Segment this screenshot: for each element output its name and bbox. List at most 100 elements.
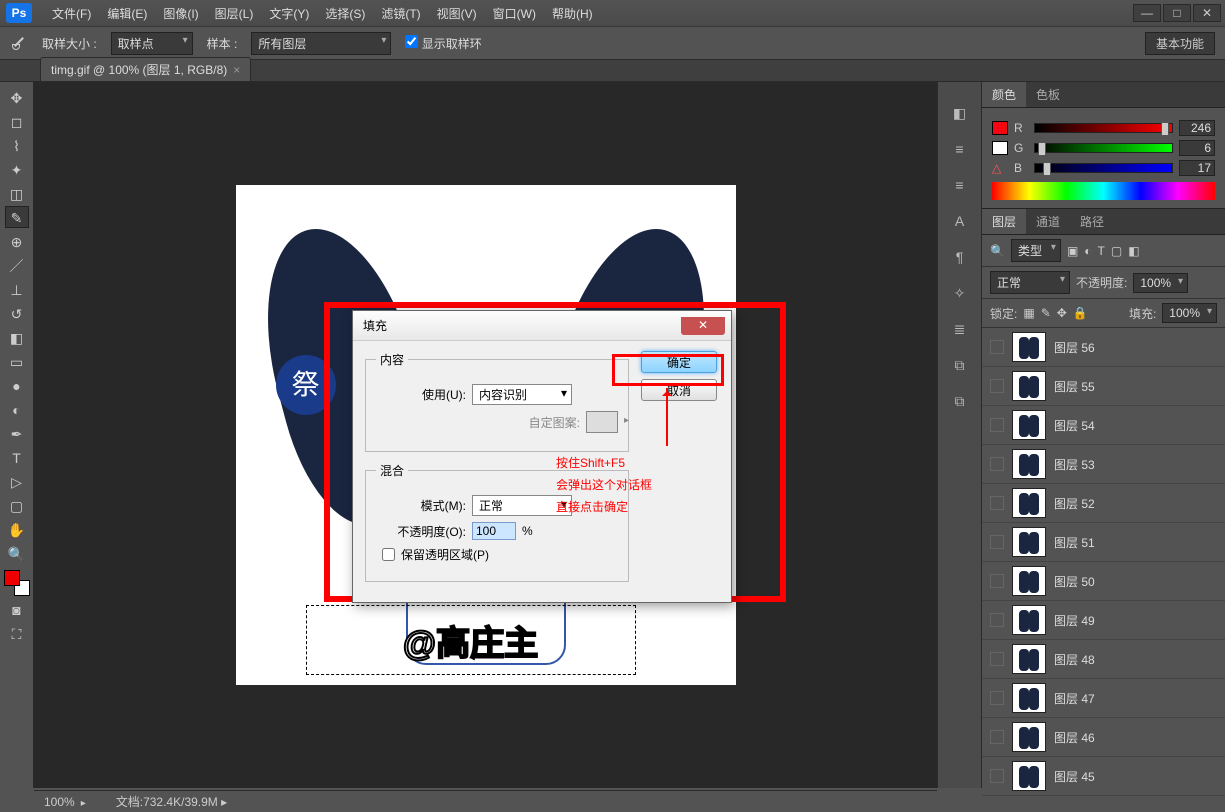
panel-icon[interactable]: ≣ xyxy=(949,318,971,340)
brush-tool[interactable]: ／ xyxy=(5,254,29,276)
visibility-toggle[interactable] xyxy=(990,652,1004,666)
menu-item[interactable]: 视图(V) xyxy=(429,3,485,25)
document-tab[interactable]: timg.gif @ 100% (图层 1, RGB/8)× xyxy=(40,57,251,81)
layer-row[interactable]: 图层 47 xyxy=(982,679,1225,718)
panel-icon[interactable]: ⧉ xyxy=(949,354,971,376)
history-brush-tool[interactable]: ↺ xyxy=(5,302,29,324)
shape-tool[interactable]: ▢ xyxy=(5,494,29,516)
visibility-toggle[interactable] xyxy=(990,418,1004,432)
lock-move-icon[interactable]: ✥ xyxy=(1057,306,1067,320)
hand-tool[interactable]: ✋ xyxy=(5,518,29,540)
pen-tool[interactable]: ✒ xyxy=(5,422,29,444)
layer-row[interactable]: 图层 48 xyxy=(982,640,1225,679)
filter-icon[interactable]: 🔍 xyxy=(990,244,1005,258)
lasso-tool[interactable]: ⌇ xyxy=(5,134,29,156)
pattern-picker[interactable] xyxy=(586,411,618,433)
menu-item[interactable]: 文件(F) xyxy=(44,3,99,25)
layer-row[interactable]: 图层 51 xyxy=(982,523,1225,562)
visibility-toggle[interactable] xyxy=(990,496,1004,510)
healing-tool[interactable]: ⊕ xyxy=(5,230,29,252)
g-slider[interactable] xyxy=(1034,143,1173,153)
close-button[interactable]: ✕ xyxy=(1193,4,1221,22)
panel-icon[interactable]: ≡ xyxy=(949,138,971,160)
tab-close-icon[interactable]: × xyxy=(233,63,240,77)
dodge-tool[interactable]: ◐ xyxy=(5,398,29,420)
panel-icon[interactable]: ¶ xyxy=(949,246,971,268)
layer-row[interactable]: 图层 52 xyxy=(982,484,1225,523)
move-tool[interactable]: ✥ xyxy=(5,86,29,108)
visibility-toggle[interactable] xyxy=(990,691,1004,705)
minimize-button[interactable]: — xyxy=(1133,4,1161,22)
visibility-toggle[interactable] xyxy=(990,379,1004,393)
layer-row[interactable]: 图层 45 xyxy=(982,757,1225,796)
screenmode-tool[interactable]: ⛶ xyxy=(5,622,29,644)
fg-bg-swatches[interactable] xyxy=(4,570,30,596)
g-value[interactable]: 6 xyxy=(1179,140,1215,156)
dialog-titlebar[interactable]: 填充 ✕ xyxy=(353,311,731,341)
layer-row[interactable]: 图层 53 xyxy=(982,445,1225,484)
layer-opacity-select[interactable]: 100% xyxy=(1133,273,1188,293)
tab-color[interactable]: 颜色 xyxy=(982,82,1026,107)
r-value[interactable]: 246 xyxy=(1179,120,1215,136)
filter-select[interactable]: 类型 xyxy=(1011,239,1061,262)
menu-item[interactable]: 帮助(H) xyxy=(544,3,601,25)
lock-brush-icon[interactable]: ✎ xyxy=(1041,306,1051,320)
layer-row[interactable]: 图层 55 xyxy=(982,367,1225,406)
eraser-tool[interactable]: ◧ xyxy=(5,326,29,348)
eyedropper-tool[interactable]: ✎ xyxy=(5,206,29,228)
sample-select[interactable]: 所有图层 xyxy=(251,32,391,55)
visibility-toggle[interactable] xyxy=(990,574,1004,588)
preserve-transparency-checkbox[interactable] xyxy=(382,548,395,561)
visibility-toggle[interactable] xyxy=(990,613,1004,627)
menu-item[interactable]: 滤镜(T) xyxy=(373,3,428,25)
lock-all-icon[interactable]: 🔒 xyxy=(1073,306,1088,320)
visibility-toggle[interactable] xyxy=(990,535,1004,549)
visibility-toggle[interactable] xyxy=(990,340,1004,354)
wand-tool[interactable]: ✦ xyxy=(5,158,29,180)
r-slider[interactable] xyxy=(1034,123,1173,133)
zoom-level[interactable]: 100% xyxy=(44,795,86,809)
menu-item[interactable]: 文字(Y) xyxy=(261,3,317,25)
spectrum-bar[interactable] xyxy=(992,182,1215,200)
filter-smart-icon[interactable]: ◧ xyxy=(1128,244,1139,258)
visibility-toggle[interactable] xyxy=(990,457,1004,471)
layer-row[interactable]: 图层 50 xyxy=(982,562,1225,601)
tab-swatches[interactable]: 色板 xyxy=(1026,82,1070,107)
panel-icon[interactable]: ✧ xyxy=(949,282,971,304)
visibility-toggle[interactable] xyxy=(990,769,1004,783)
tab-channels[interactable]: 通道 xyxy=(1026,209,1070,234)
blend-mode-select[interactable]: 正常 xyxy=(990,271,1070,294)
crop-tool[interactable]: ◫ xyxy=(5,182,29,204)
layer-row[interactable]: 图层 54 xyxy=(982,406,1225,445)
tab-layers[interactable]: 图层 xyxy=(982,209,1026,234)
path-select-tool[interactable]: ▷ xyxy=(5,470,29,492)
lock-pixels-icon[interactable]: ▦ xyxy=(1023,306,1034,320)
tab-paths[interactable]: 路径 xyxy=(1070,209,1114,234)
panel-icon[interactable]: ⧉ xyxy=(949,390,971,412)
panel-icon[interactable]: A xyxy=(949,210,971,232)
bg-swatch[interactable] xyxy=(992,141,1008,155)
layer-row[interactable]: 图层 56 xyxy=(982,328,1225,367)
visibility-toggle[interactable] xyxy=(990,730,1004,744)
panel-icon[interactable]: ≡ xyxy=(949,174,971,196)
gradient-tool[interactable]: ▭ xyxy=(5,350,29,372)
menu-item[interactable]: 选择(S) xyxy=(317,3,373,25)
type-tool[interactable]: T xyxy=(5,446,29,468)
filter-adjust-icon[interactable]: ◐ xyxy=(1084,244,1091,258)
b-value[interactable]: 17 xyxy=(1179,160,1215,176)
fg-swatch[interactable] xyxy=(992,121,1008,135)
b-slider[interactable] xyxy=(1034,163,1173,173)
dialog-close-button[interactable]: ✕ xyxy=(681,317,725,335)
stamp-tool[interactable]: ⊥ xyxy=(5,278,29,300)
maximize-button[interactable]: □ xyxy=(1163,4,1191,22)
menu-item[interactable]: 图层(L) xyxy=(207,3,262,25)
sample-size-select[interactable]: 取样点 xyxy=(111,32,193,55)
layer-row[interactable]: 图层 49 xyxy=(982,601,1225,640)
doc-info[interactable]: 文档:732.4K/39.9M ▸ xyxy=(116,793,227,810)
layer-row[interactable]: 图层 46 xyxy=(982,718,1225,757)
menu-item[interactable]: 图像(I) xyxy=(155,3,206,25)
workspace-switcher[interactable]: 基本功能 xyxy=(1145,32,1215,55)
fill-select[interactable]: 100% xyxy=(1162,303,1217,323)
zoom-tool[interactable]: 🔍 xyxy=(5,542,29,564)
menu-item[interactable]: 编辑(E) xyxy=(99,3,155,25)
